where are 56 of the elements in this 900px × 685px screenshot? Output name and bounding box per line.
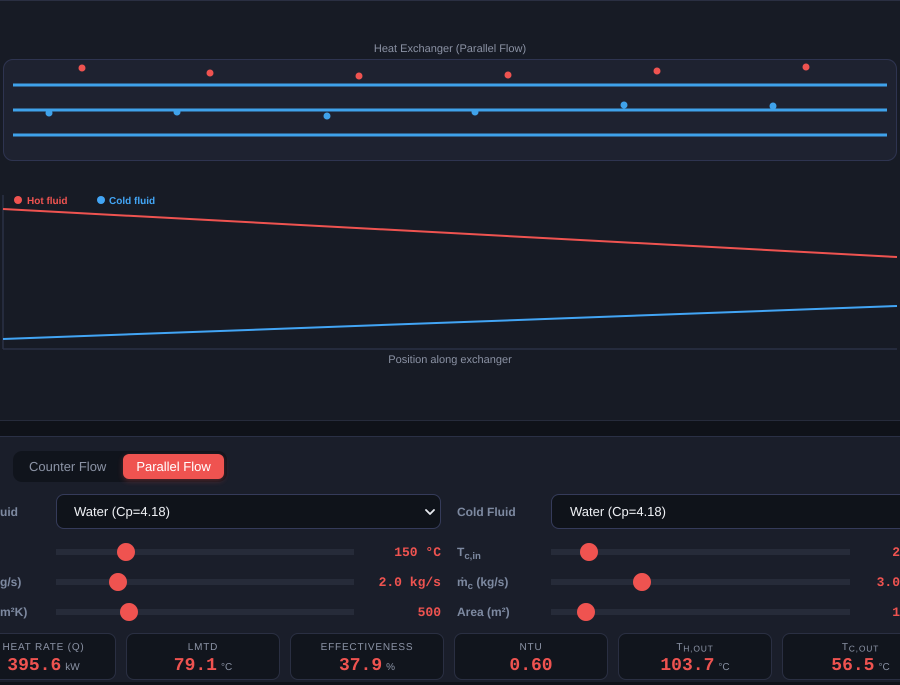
hot-particle-icon	[78, 64, 86, 72]
slider-label: Area (m²)	[457, 605, 510, 619]
hot-particle-icon	[206, 70, 214, 76]
result-label: T$_{H,OUT}$	[676, 641, 714, 654]
result-label: LMTD	[188, 641, 218, 654]
slider-value: 150 °C	[393, 544, 441, 560]
result-value: 79.1	[174, 656, 217, 676]
fluid-select[interactable]: Water (Cp=4.18)	[551, 494, 900, 529]
slider-value: 2.0 kg/s	[378, 574, 441, 590]
result-value: 103.7	[660, 656, 714, 676]
slider-value: 500	[416, 604, 441, 620]
cold-particle-icon	[324, 112, 330, 120]
result-label: NTU	[520, 641, 542, 654]
slider-label: T$_{c,in}$	[457, 545, 481, 559]
slider-thumb[interactable]	[580, 543, 598, 561]
result-label: EFFECTIVENESS	[320, 641, 414, 654]
cold-particle-icon	[174, 108, 180, 116]
hot-particle-icon	[802, 64, 810, 70]
hot-particle-icon	[356, 72, 362, 80]
slider-label: ṁ$_{c}$ (kg/s)	[457, 575, 508, 589]
legend-label: Cold fluid	[109, 196, 156, 207]
slider-thumb[interactable]	[108, 573, 127, 591]
cold-particle-icon	[46, 110, 52, 116]
result-unit: kW	[65, 662, 80, 673]
hot-particle-icon	[504, 72, 512, 78]
fluid-select[interactable]: Water (Cp=4.18)	[56, 494, 441, 529]
slider-thumb[interactable]	[577, 603, 596, 621]
slider-thumb[interactable]	[120, 603, 138, 621]
slider-value: 2	[891, 544, 900, 560]
fluid-label: Cold Fluid	[457, 504, 516, 518]
diagram-title: Heat Exchanger (Parallel Flow)	[372, 42, 528, 56]
x-axis-label: Position along exchanger	[387, 353, 513, 367]
result-value: 0.60	[509, 656, 553, 676]
result-value: 56.5	[831, 656, 874, 676]
result-value: 37.9	[338, 656, 382, 676]
result-label: HEAT RATE (Q)	[2, 641, 85, 654]
slider-label: m²K)	[0, 605, 28, 619]
result-unit: °C	[220, 662, 232, 673]
fluid-label: uid	[0, 504, 18, 518]
result-value: 395.6	[7, 656, 62, 676]
slider-thumb[interactable]	[633, 573, 652, 591]
cold-particle-icon	[472, 108, 478, 116]
result-unit: %	[386, 662, 396, 673]
cold-particle-icon	[620, 102, 628, 108]
flow-mode-tab[interactable]: Counter Flow	[16, 454, 120, 479]
chevron-down-icon	[425, 508, 435, 514]
slider-value: 1	[891, 604, 900, 620]
result-unit: °C	[718, 662, 730, 673]
slider-value: 3.0	[876, 574, 900, 590]
result-unit: °C	[878, 662, 890, 673]
slider-thumb[interactable]	[117, 543, 136, 561]
result-label: T$_{C,OUT}$	[842, 641, 880, 654]
slider-label: g/s)	[0, 575, 22, 589]
legend-label: Hot fluid	[27, 196, 68, 207]
hot-particle-icon	[654, 68, 660, 74]
cold-particle-icon	[770, 102, 776, 110]
